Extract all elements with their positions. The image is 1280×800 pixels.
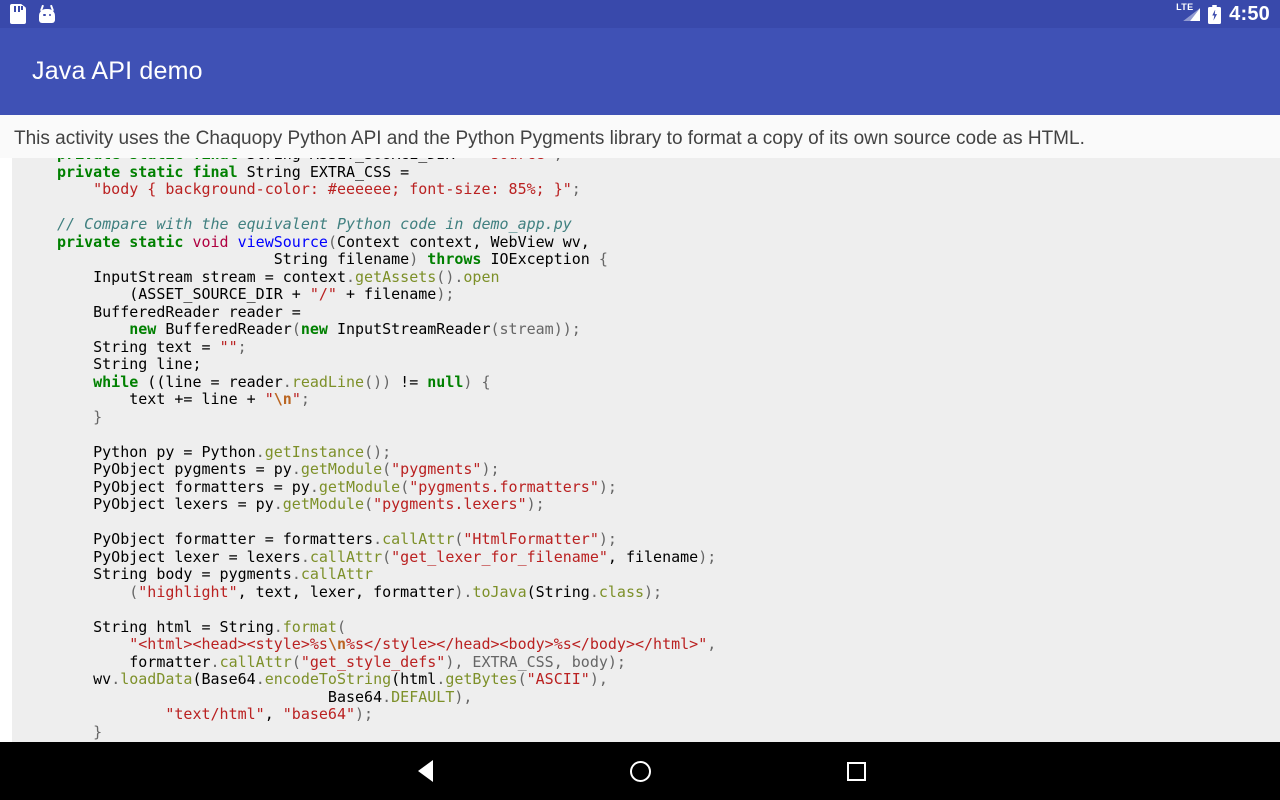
activity-description: This activity uses the Chaquopy Python A…	[0, 115, 1280, 162]
battery-charging-icon	[1208, 5, 1221, 24]
android-screen: LTE 4:50 Java API demo This activity use…	[0, 0, 1280, 800]
back-button[interactable]	[365, 742, 485, 800]
activity-description-text: This activity uses the Chaquopy Python A…	[14, 128, 1085, 150]
home-button[interactable]	[580, 742, 700, 800]
source-code-webview[interactable]: private static final String ASSET_SOURCE…	[0, 158, 1280, 742]
android-bug-icon	[38, 5, 56, 24]
triangle-left-icon	[418, 760, 433, 782]
signal-icon: LTE	[1178, 4, 1200, 24]
code-surface[interactable]: private static final String ASSET_SOURCE…	[12, 158, 1280, 742]
navigation-bar	[0, 742, 1280, 800]
sd-card-icon	[10, 4, 26, 24]
status-bar: LTE 4:50	[0, 0, 1280, 28]
page-title: Java API demo	[32, 57, 203, 86]
network-type-label: LTE	[1176, 3, 1193, 12]
highlighted-source-code: private static final String ASSET_SOURCE…	[57, 158, 716, 741]
circle-icon	[630, 761, 651, 782]
status-bar-notification-icons	[10, 4, 56, 24]
recents-button[interactable]	[796, 742, 916, 800]
status-bar-clock: 4:50	[1229, 4, 1270, 24]
app-bar: Java API demo	[0, 28, 1280, 115]
status-bar-system-icons: LTE 4:50	[1178, 4, 1270, 24]
square-icon	[847, 762, 866, 781]
